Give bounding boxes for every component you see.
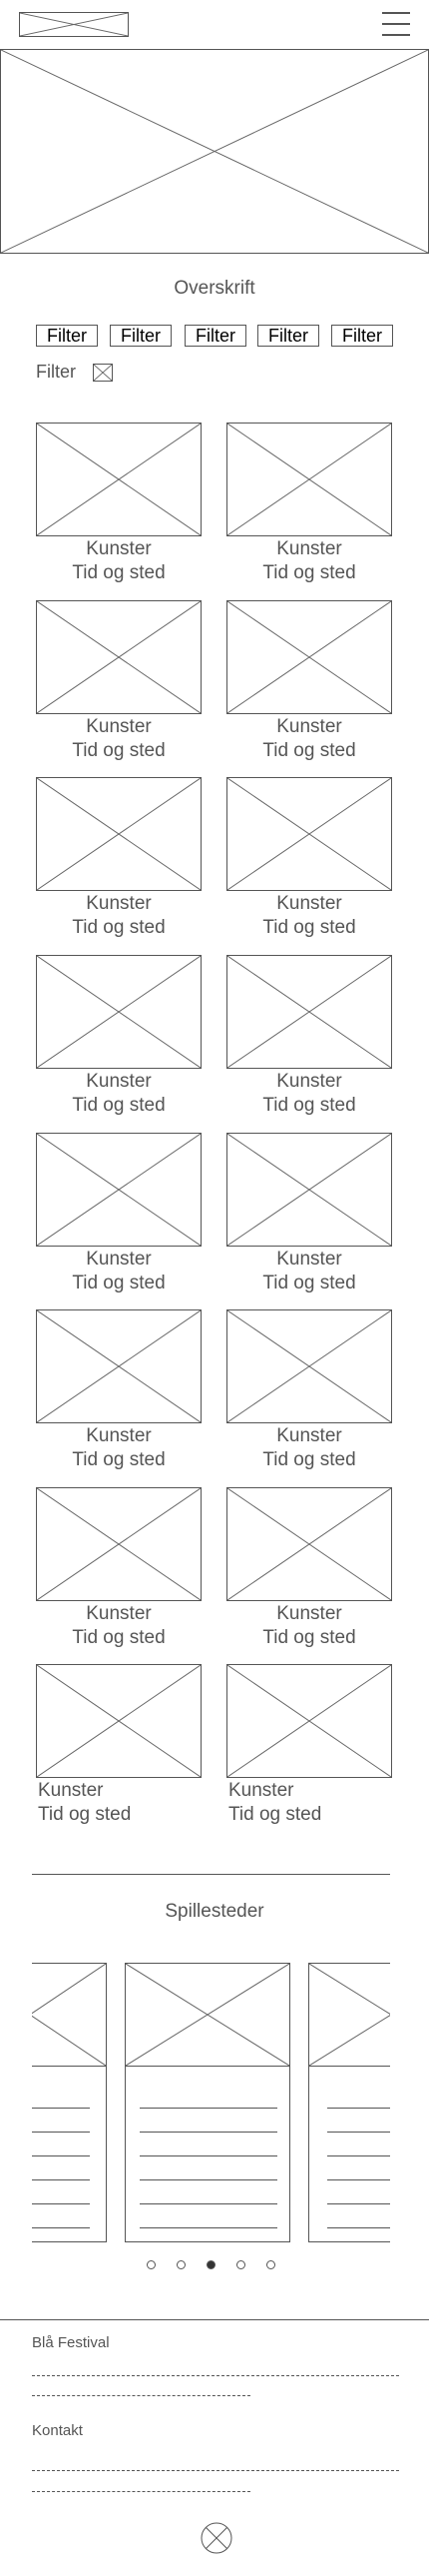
hero-image-placeholder: [0, 50, 429, 254]
carousel-dot[interactable]: [147, 2260, 156, 2269]
event-time-place: Tid og sted: [72, 1449, 166, 1470]
header: [0, 0, 429, 50]
filter-button[interactable]: Filter: [257, 325, 319, 347]
event-time-place: Tid og sted: [72, 562, 166, 583]
venue-card[interactable]: [125, 1963, 290, 2242]
event-image-placeholder: [226, 1487, 392, 1601]
footer-divider: [0, 2319, 429, 2320]
event-image-placeholder: [226, 1664, 392, 1778]
event-artist: Kunster: [86, 1249, 152, 1270]
event-image-placeholder: [36, 777, 202, 891]
filter-button[interactable]: Filter: [185, 325, 246, 347]
event-time-place: Tid og sted: [262, 1095, 356, 1116]
active-filter-label: Filter: [36, 362, 76, 382]
event-image-placeholder: [36, 1133, 202, 1247]
event-artist: Kunster: [276, 1603, 342, 1624]
hamburger-menu-icon[interactable]: [382, 12, 410, 36]
event-time-place: Tid og sted: [262, 562, 356, 583]
event-artist: Kunster: [86, 893, 152, 914]
event-artist: Kunster: [276, 1249, 342, 1270]
event-card[interactable]: Kunster Tid og sted: [226, 1664, 392, 1825]
page-title: Overskrift: [174, 278, 255, 299]
close-circle-icon[interactable]: [201, 2522, 232, 2554]
venue-image-placeholder: [32, 1964, 106, 2067]
event-image-placeholder: [36, 1664, 202, 1778]
text-placeholder-line: [32, 2491, 250, 2492]
event-card[interactable]: Kunster Tid og sted: [36, 1309, 202, 1470]
venue-image-placeholder: [126, 1964, 289, 2067]
event-image-placeholder: [226, 600, 392, 714]
carousel-dot-active[interactable]: [207, 2260, 215, 2269]
event-card[interactable]: Kunster Tid og sted: [226, 1309, 392, 1470]
event-image-placeholder: [226, 1133, 392, 1247]
section-divider: [32, 1874, 390, 1875]
venues-carousel[interactable]: [32, 1963, 390, 2242]
event-image-placeholder: [226, 777, 392, 891]
footer-contact-title: Kontakt: [32, 2422, 83, 2439]
footer-festival-title: Blå Festival: [32, 2334, 110, 2351]
event-artist: Kunster: [86, 1603, 152, 1624]
event-artist: Kunster: [86, 1071, 152, 1092]
event-artist: Kunster: [38, 1780, 104, 1801]
event-time-place: Tid og sted: [262, 1627, 356, 1648]
event-image-placeholder: [226, 955, 392, 1069]
event-time-place: Tid og sted: [72, 1627, 166, 1648]
text-placeholder-line: [32, 2395, 250, 2396]
event-image-placeholder: [36, 1487, 202, 1601]
carousel-dot[interactable]: [177, 2260, 186, 2269]
logo-placeholder-icon[interactable]: [19, 12, 129, 37]
event-card[interactable]: Kunster Tid og sted: [226, 423, 392, 583]
venues-title: Spillesteder: [165, 1901, 264, 1922]
event-artist: Kunster: [86, 1425, 152, 1446]
event-card[interactable]: Kunster Tid og sted: [36, 423, 202, 583]
event-time-place: Tid og sted: [72, 917, 166, 938]
event-artist: Kunster: [86, 538, 152, 559]
event-image-placeholder: [226, 423, 392, 536]
event-time-place: Tid og sted: [262, 917, 356, 938]
event-image-placeholder: [36, 955, 202, 1069]
event-artist: Kunster: [228, 1780, 294, 1801]
event-card[interactable]: Kunster Tid og sted: [226, 955, 392, 1116]
event-time-place: Tid og sted: [38, 1804, 132, 1825]
event-card[interactable]: Kunster Tid og sted: [226, 600, 392, 761]
event-time-place: Tid og sted: [262, 1273, 356, 1293]
event-image-placeholder: [226, 1309, 392, 1423]
event-card[interactable]: Kunster Tid og sted: [36, 777, 202, 938]
event-artist: Kunster: [276, 1425, 342, 1446]
event-image-placeholder: [36, 423, 202, 536]
filter-button[interactable]: Filter: [110, 325, 172, 347]
event-image-placeholder: [36, 600, 202, 714]
venue-image-placeholder: [309, 1964, 390, 2067]
event-card[interactable]: Kunster Tid og sted: [36, 1664, 202, 1825]
filter-button[interactable]: Filter: [331, 325, 393, 347]
event-card[interactable]: Kunster Tid og sted: [36, 955, 202, 1116]
event-card[interactable]: Kunster Tid og sted: [36, 1487, 202, 1648]
venue-card[interactable]: [32, 1963, 107, 2242]
event-time-place: Tid og sted: [228, 1804, 322, 1825]
carousel-dot[interactable]: [266, 2260, 275, 2269]
event-artist: Kunster: [276, 538, 342, 559]
event-card[interactable]: Kunster Tid og sted: [36, 1133, 202, 1293]
carousel-dot[interactable]: [236, 2260, 245, 2269]
text-placeholder-line: [32, 2375, 399, 2376]
event-time-place: Tid og sted: [72, 1095, 166, 1116]
event-time-place: Tid og sted: [72, 1273, 166, 1293]
event-time-place: Tid og sted: [262, 1449, 356, 1470]
filter-button[interactable]: Filter: [36, 325, 98, 347]
event-artist: Kunster: [276, 893, 342, 914]
event-artist: Kunster: [276, 716, 342, 737]
event-card[interactable]: Kunster Tid og sted: [226, 777, 392, 938]
event-card[interactable]: Kunster Tid og sted: [226, 1133, 392, 1293]
event-artist: Kunster: [86, 716, 152, 737]
event-artist: Kunster: [276, 1071, 342, 1092]
event-time-place: Tid og sted: [72, 740, 166, 761]
close-box-icon[interactable]: [93, 364, 113, 382]
event-card[interactable]: Kunster Tid og sted: [36, 600, 202, 761]
event-image-placeholder: [36, 1309, 202, 1423]
event-card[interactable]: Kunster Tid og sted: [226, 1487, 392, 1648]
event-time-place: Tid og sted: [262, 740, 356, 761]
text-placeholder-line: [32, 2470, 399, 2471]
venue-card[interactable]: [308, 1963, 390, 2242]
